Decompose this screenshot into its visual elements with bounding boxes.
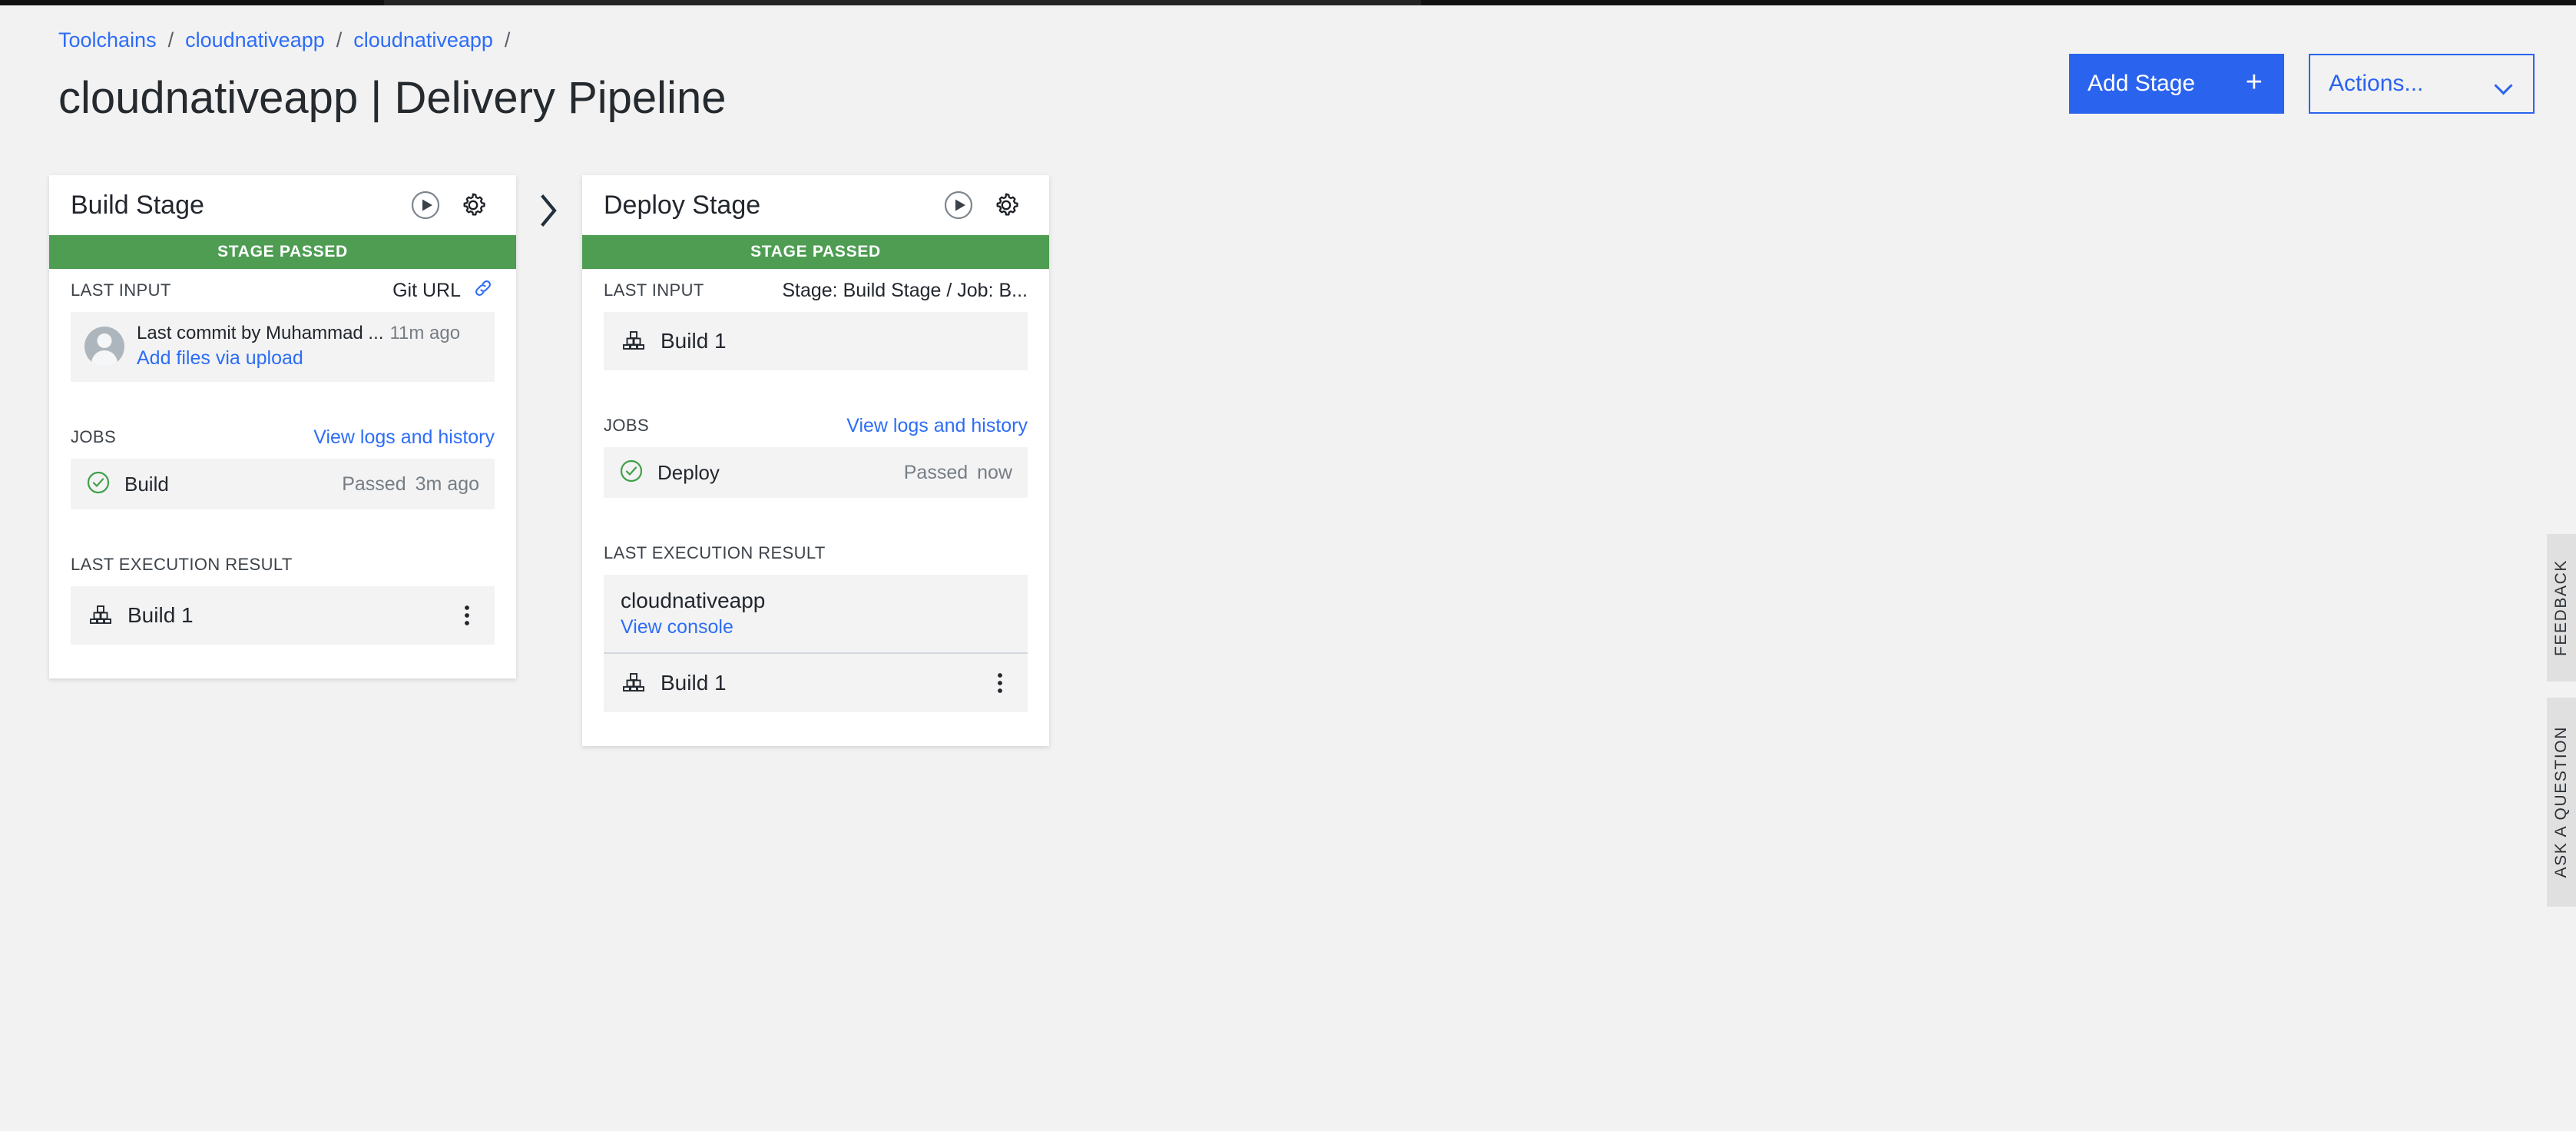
ask-a-question-tab-label: ASK A QUESTION bbox=[2552, 726, 2571, 877]
browser-chrome-strip bbox=[0, 0, 2576, 5]
jobs-header: JOBS View logs and history bbox=[604, 404, 1028, 447]
ask-a-question-tab[interactable]: ASK A QUESTION bbox=[2547, 698, 2576, 907]
git-url-label: Git URL bbox=[392, 280, 461, 302]
section-spacer bbox=[71, 509, 495, 543]
chrome-strip-left bbox=[0, 0, 384, 5]
section-spacer bbox=[604, 498, 1028, 532]
play-circle-icon[interactable] bbox=[410, 190, 441, 221]
feedback-tab-label: FEEDBACK bbox=[2552, 559, 2571, 656]
deployed-app-tile: cloudnativeapp View console bbox=[604, 575, 1028, 654]
last-input-commit-tile[interactable]: Last commit by Muhammad ... 11m ago Add … bbox=[71, 312, 495, 382]
chevron-down-icon bbox=[2496, 79, 2513, 89]
job-name: Deploy bbox=[657, 461, 720, 485]
job-status-time: 3m ago bbox=[416, 473, 479, 496]
stage-card-build: Build Stage ST bbox=[49, 175, 516, 678]
job-status: Passed now bbox=[904, 462, 1012, 484]
link-icon[interactable] bbox=[472, 277, 495, 305]
view-logs-and-history-link[interactable]: View logs and history bbox=[313, 426, 495, 449]
check-circle-icon bbox=[619, 459, 644, 487]
last-input-header: LAST INPUT Git URL bbox=[71, 269, 495, 312]
avatar bbox=[84, 327, 124, 366]
last-input-label: LAST INPUT bbox=[71, 280, 171, 300]
breadcrumb-separator: / bbox=[493, 30, 522, 51]
last-execution-result-label: LAST EXECUTION RESULT bbox=[71, 555, 293, 575]
stage-header-icons bbox=[943, 190, 1021, 221]
add-stage-label: Add Stage bbox=[2088, 71, 2195, 97]
stage-header: Build Stage bbox=[49, 175, 516, 235]
breadcrumb-separator: / bbox=[157, 30, 186, 51]
view-console-link[interactable]: View console bbox=[621, 616, 1011, 638]
chrome-strip-middle bbox=[384, 0, 1421, 5]
last-input-source[interactable]: Git URL bbox=[392, 277, 495, 305]
artifact-row[interactable]: Build 1 bbox=[71, 586, 495, 645]
build-stack-icon bbox=[88, 601, 114, 631]
stage-title: Deploy Stage bbox=[604, 191, 760, 221]
overflow-menu-icon[interactable] bbox=[989, 670, 1011, 696]
last-input-source-text: Stage: Build Stage / Job: B... bbox=[782, 280, 1028, 302]
stage-title: Build Stage bbox=[71, 191, 204, 221]
stage-body: LAST INPUT Stage: Build Stage / Job: B..… bbox=[582, 269, 1049, 746]
artifact-name: Build 1 bbox=[661, 671, 727, 695]
artifact-row[interactable]: Build 1 bbox=[604, 654, 1028, 712]
commit-timestamp: 11m ago bbox=[389, 323, 460, 344]
gear-icon[interactable] bbox=[991, 190, 1021, 221]
last-execution-result-header: LAST EXECUTION RESULT bbox=[604, 532, 1028, 575]
breadcrumb-item-cloudnativeapp-1[interactable]: cloudnativeapp bbox=[185, 30, 325, 51]
check-circle-icon bbox=[86, 470, 111, 499]
stage-header: Deploy Stage bbox=[582, 175, 1049, 235]
feedback-tab[interactable]: FEEDBACK bbox=[2547, 534, 2576, 682]
last-input-label: LAST INPUT bbox=[604, 280, 704, 300]
add-stage-button[interactable]: Add Stage + bbox=[2069, 54, 2284, 114]
build-stack-icon bbox=[621, 327, 647, 357]
commit-author-line: Last commit by Muhammad ... 11m ago bbox=[137, 323, 460, 344]
artifact-name: Build 1 bbox=[661, 329, 727, 353]
last-execution-result-header: LAST EXECUTION RESULT bbox=[71, 543, 495, 586]
jobs-label: JOBS bbox=[604, 416, 649, 436]
actions-label: Actions... bbox=[2329, 71, 2423, 97]
stage-body: LAST INPUT Git URL bbox=[49, 269, 516, 678]
stage-connector bbox=[516, 175, 582, 234]
commit-message-link[interactable]: Add files via upload bbox=[137, 347, 303, 369]
section-spacer bbox=[604, 370, 1028, 404]
last-execution-result-label: LAST EXECUTION RESULT bbox=[604, 543, 826, 563]
job-row[interactable]: Deploy Passed now bbox=[604, 447, 1028, 498]
gear-icon[interactable] bbox=[458, 190, 488, 221]
chrome-strip-right bbox=[1421, 0, 2576, 5]
job-name: Build bbox=[124, 473, 169, 496]
breadcrumb: Toolchains / cloudnativeapp / cloudnativ… bbox=[58, 5, 2535, 51]
commit-info: Last commit by Muhammad ... 11m ago Add … bbox=[137, 323, 460, 370]
page-header: Toolchains / cloudnativeapp / cloudnativ… bbox=[0, 5, 2576, 151]
last-input-header: LAST INPUT Stage: Build Stage / Job: B..… bbox=[604, 269, 1028, 312]
jobs-header: JOBS View logs and history bbox=[71, 416, 495, 459]
deployed-app-name: cloudnativeapp bbox=[621, 589, 1011, 613]
header-actions: Add Stage + Actions... bbox=[2069, 54, 2535, 114]
job-status-time: now bbox=[977, 462, 1012, 484]
artifact-name: Build 1 bbox=[127, 603, 194, 628]
job-status-text: Passed bbox=[342, 473, 406, 496]
stage-header-icons bbox=[410, 190, 488, 221]
chevron-right-icon bbox=[536, 191, 562, 234]
breadcrumb-item-toolchains[interactable]: Toolchains bbox=[58, 30, 157, 51]
commit-message-line: Add files via upload bbox=[137, 347, 460, 370]
view-logs-and-history-link[interactable]: View logs and history bbox=[846, 415, 1028, 437]
job-status: Passed 3m ago bbox=[342, 473, 479, 496]
last-input-artifact-tile[interactable]: Build 1 bbox=[604, 312, 1028, 370]
plus-icon: + bbox=[2246, 68, 2263, 97]
last-input-source: Stage: Build Stage / Job: B... bbox=[782, 280, 1028, 302]
stage-status-badge: STAGE PASSED bbox=[582, 235, 1049, 269]
delivery-pipeline: Build Stage ST bbox=[49, 175, 1049, 746]
stage-status-badge: STAGE PASSED bbox=[49, 235, 516, 269]
job-row[interactable]: Build Passed 3m ago bbox=[71, 459, 495, 509]
commit-author: Last commit by Muhammad ... bbox=[137, 323, 383, 344]
overflow-menu-icon[interactable] bbox=[456, 602, 478, 629]
build-stack-icon bbox=[621, 668, 647, 698]
job-status-text: Passed bbox=[904, 462, 968, 484]
actions-dropdown-button[interactable]: Actions... bbox=[2309, 54, 2535, 114]
jobs-label: JOBS bbox=[71, 427, 116, 447]
play-circle-icon[interactable] bbox=[943, 190, 974, 221]
breadcrumb-separator: / bbox=[325, 30, 354, 51]
breadcrumb-item-cloudnativeapp-2[interactable]: cloudnativeapp bbox=[353, 30, 493, 51]
section-spacer bbox=[71, 382, 495, 416]
stage-card-deploy: Deploy Stage S bbox=[582, 175, 1049, 746]
